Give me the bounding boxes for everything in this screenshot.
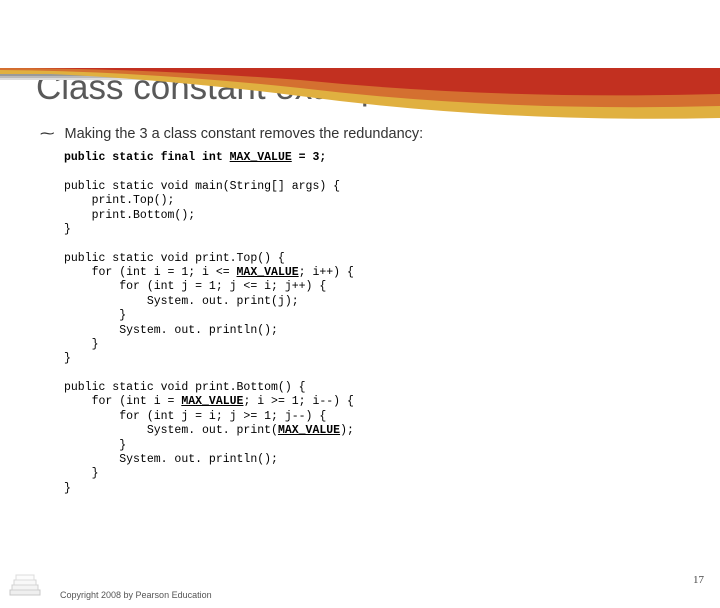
code-token: System. out. println(); (64, 324, 278, 337)
code-token: public static void print.Bottom() { (64, 381, 306, 394)
code-token: MAX_VALUE (230, 151, 292, 164)
code-token: print.Bottom(); (64, 209, 195, 222)
page-number: 17 (693, 574, 704, 586)
code-token: ; i >= 1; i--) { (243, 395, 353, 408)
code-token: } (64, 223, 71, 236)
bullet-line: ⁓ Making the 3 a class constant removes … (40, 126, 720, 143)
bullet-text: Making the 3 a class constant removes th… (65, 126, 424, 142)
copyright: Copyright 2008 by Pearson Education (60, 590, 212, 600)
code-token: } (64, 352, 71, 365)
code-token: } (64, 309, 126, 322)
code-token: MAX_VALUE (237, 266, 299, 279)
code-token: System. out. print(j); (64, 295, 299, 308)
code-token: print.Top(); (64, 194, 174, 207)
code-token: = 3; (292, 151, 327, 164)
code-token: for (int i = (64, 395, 181, 408)
code-token: } (64, 467, 99, 480)
stripe (0, 78, 720, 80)
code-token: for (int j = 1; j <= i; j++) { (64, 280, 326, 293)
bullet-icon: ⁓ (40, 126, 55, 143)
code-token: for (int i = 1; i <= (64, 266, 237, 279)
top-stripes (0, 68, 720, 84)
code-block: public static final int MAX_VALUE = 3; p… (64, 151, 720, 496)
code-token: System. out. println(); (64, 453, 278, 466)
code-token: public static final int (64, 151, 230, 164)
code-token: System. out. print( (64, 424, 278, 437)
code-token: for (int j = i; j >= 1; j--) { (64, 410, 326, 423)
code-token: MAX_VALUE (181, 395, 243, 408)
code-token: public static void main(String[] args) { (64, 180, 340, 193)
code-token: MAX_VALUE (278, 424, 340, 437)
code-token: } (64, 482, 71, 495)
code-token: ; i++) { (299, 266, 354, 279)
code-token: ); (340, 424, 354, 437)
books-stack-image (8, 568, 46, 596)
code-token: } (64, 439, 126, 452)
code-token: public static void print.Top() { (64, 252, 285, 265)
code-token: } (64, 338, 99, 351)
